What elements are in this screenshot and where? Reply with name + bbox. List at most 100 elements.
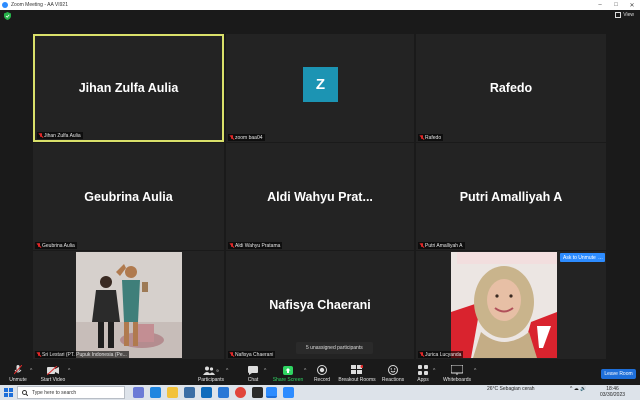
close-button[interactable]: ✕	[624, 2, 640, 9]
clock-date: 03/30/2023	[600, 392, 626, 398]
participant-tile[interactable]: Z zoom baa04	[226, 34, 414, 142]
person-video-image	[76, 252, 182, 358]
participant-name: Geubrina Aulia	[84, 189, 173, 204]
participant-tile[interactable]: Rafedo Rafedo	[416, 34, 606, 142]
share-options-caret[interactable]: ^	[304, 368, 306, 374]
unmute-button[interactable]: Unmute	[6, 365, 30, 383]
edge-browser-icon[interactable]	[150, 387, 161, 398]
store-icon[interactable]	[184, 387, 195, 398]
mic-muted-icon	[230, 135, 234, 140]
audio-options-caret[interactable]: ^	[30, 368, 32, 374]
whiteboards-button[interactable]: Whiteboards	[440, 365, 474, 383]
participant-tile[interactable]: Aldi Wahyu Prat... Aldi Wahyu Pratama	[226, 143, 414, 250]
view-label: View	[623, 12, 634, 18]
leave-room-button[interactable]: Leave Room	[601, 369, 636, 379]
reactions-button[interactable]: Reactions	[380, 365, 406, 383]
file-explorer-icon[interactable]	[167, 387, 178, 398]
participant-name: Jihan Zulfa Aulia	[78, 81, 179, 95]
windows-start-icon[interactable]	[4, 388, 13, 397]
maximize-button[interactable]: □	[608, 2, 624, 8]
participant-label: Putri Amalliyah A	[418, 242, 465, 249]
participant-label: Jurica Lucyanda	[418, 351, 464, 358]
search-placeholder: Type here to search	[32, 389, 77, 396]
search-icon	[22, 389, 28, 396]
chat-button[interactable]: Chat	[242, 365, 264, 383]
mic-muted-icon	[230, 243, 234, 248]
participant-name: Nafisya Chaerani	[269, 298, 371, 312]
chat-label: Chat	[247, 377, 259, 383]
view-button[interactable]: View	[615, 12, 634, 18]
participant-video	[451, 252, 557, 358]
chat-options-caret[interactable]: ^	[264, 368, 266, 374]
mic-muted-icon	[39, 133, 43, 138]
record-icon	[317, 365, 327, 375]
participant-tile[interactable]: Jurica Lucyanda	[416, 251, 606, 359]
weather-widget[interactable]: 26°C Sebagian cerah	[487, 386, 535, 392]
apps-icon	[418, 365, 428, 375]
breakout-rooms-label: Breakout Rooms	[338, 377, 376, 383]
microphone-muted-icon	[14, 365, 22, 375]
participants-icon	[203, 366, 216, 375]
participant-label: Rafedo	[418, 134, 444, 141]
participants-options-caret[interactable]: ^	[226, 368, 228, 374]
start-video-label: Start Video	[40, 377, 66, 383]
ask-to-unmute-button[interactable]: Ask to Unmute	[560, 253, 599, 262]
participant-tile[interactable]: Geubrina Aulia Geubrina Aulia	[33, 143, 224, 250]
whiteboards-options-caret[interactable]: ^	[474, 368, 476, 374]
participant-tile[interactable]: Sri Lestari (PT. Pupuk Indonesia (Pe...	[33, 251, 224, 359]
participants-count: 9	[216, 367, 219, 373]
apps-options-caret[interactable]: ^	[433, 368, 435, 374]
minimize-button[interactable]: –	[592, 2, 608, 8]
meeting-top-bar	[0, 10, 640, 24]
participant-name: Aldi Wahyu Prat...	[267, 189, 373, 204]
more-options-button[interactable]: …	[596, 253, 605, 262]
zoom-meeting-taskbar-icon[interactable]	[283, 387, 294, 398]
edge-icon[interactable]	[218, 387, 229, 398]
mic-muted-icon	[420, 243, 424, 248]
participant-label: Jihan Zulfa Aulia	[37, 132, 83, 139]
participant-name: Putri Amalliyah A	[459, 189, 563, 204]
chrome-icon[interactable]	[235, 387, 246, 398]
participant-tile[interactable]: Jihan Zulfa Aulia Jihan Zulfa Aulia	[33, 34, 224, 142]
participants-button[interactable]: 9 Participants	[196, 365, 226, 383]
participant-label: zoom baa04	[228, 134, 265, 141]
system-tray-icons[interactable]: ^ ☁ 🔊	[570, 386, 586, 392]
zoom-app-icon	[2, 2, 8, 8]
zoom-taskbar-icon[interactable]	[266, 387, 277, 398]
mic-muted-icon	[37, 243, 41, 248]
participants-label: Participants	[197, 377, 225, 383]
participant-label: Nafisya Chaerani	[228, 351, 276, 358]
window-title-bar: Zoom Meeting - AA VI921 – □ ✕	[0, 0, 640, 10]
breakout-rooms-button[interactable]: Breakout Rooms	[338, 365, 376, 383]
taskbar-clock[interactable]: 18:46 03/30/2023	[600, 386, 625, 398]
share-screen-label: Share Screen	[272, 377, 304, 383]
breakout-rooms-icon	[351, 365, 363, 374]
video-camera-off-icon	[47, 365, 59, 375]
task-view-icon[interactable]	[133, 387, 144, 398]
avatar: Z	[303, 67, 338, 102]
mic-muted-icon	[37, 352, 41, 357]
weather-text: 26°C Sebagian cerah	[487, 386, 535, 392]
participant-label: Sri Lestari (PT. Pupuk Indonesia (Pe...	[35, 351, 129, 358]
participant-name: Rafedo	[489, 81, 533, 95]
video-options-caret[interactable]: ^	[68, 368, 70, 374]
participant-tile[interactable]: Putri Amalliyah A Putri Amalliyah A	[416, 143, 606, 250]
participant-label: Geubrina Aulia	[35, 242, 77, 249]
mic-muted-icon	[230, 352, 234, 357]
unassigned-participants-banner[interactable]: 5 unassigned participants	[296, 342, 373, 354]
reactions-label: Reactions	[381, 377, 405, 383]
record-label: Record	[313, 377, 331, 383]
app-icon[interactable]	[252, 387, 263, 398]
taskbar-search-box[interactable]: Type here to search	[17, 386, 125, 399]
chat-icon	[248, 365, 258, 375]
shield-icon[interactable]	[4, 12, 11, 20]
reactions-icon	[388, 365, 398, 375]
unmute-label: Unmute	[9, 377, 27, 383]
start-video-button[interactable]: Start Video	[38, 365, 68, 383]
mail-icon[interactable]	[201, 387, 212, 398]
apps-button[interactable]: Apps	[414, 365, 432, 383]
whiteboards-label: Whiteboards	[442, 377, 472, 383]
record-button[interactable]: Record	[310, 365, 334, 383]
share-screen-button[interactable]: Share Screen	[272, 365, 304, 383]
participant-label: Aldi Wahyu Pratama	[228, 242, 283, 249]
